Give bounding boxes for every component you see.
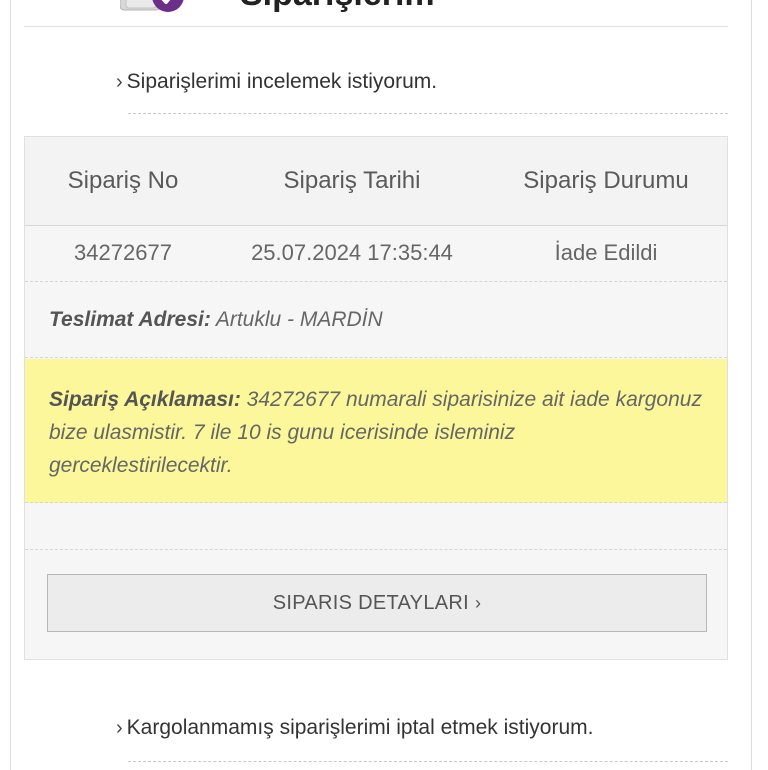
delivery-address-label: Teslimat Adresi: bbox=[49, 307, 211, 331]
delivery-address: Teslimat Adresi: Artuklu - MARDİN bbox=[25, 282, 727, 358]
spacer-row bbox=[25, 504, 727, 550]
chevron-right-icon: › bbox=[116, 70, 123, 93]
order-details-button[interactable]: SIPARIS DETAYLARI › bbox=[47, 574, 707, 632]
table-header-row: Sipariş No Sipariş Tarihi Sipariş Durumu bbox=[25, 137, 727, 226]
page-header: Siparişlerim bbox=[24, 0, 728, 27]
order-note-label: Sipariş Açıklaması: bbox=[49, 388, 241, 411]
column-header-order-status: Sipariş Durumu bbox=[523, 167, 689, 194]
order-details-label: SIPARIS DETAYLARI bbox=[272, 591, 469, 614]
order-number: 34272677 bbox=[74, 240, 172, 265]
review-orders-link[interactable]: › Siparişlerimi incelemek istiyorum. bbox=[116, 70, 437, 94]
divider bbox=[128, 113, 728, 114]
table-row: 34272677 25.07.2024 17:35:44 İade Edildi bbox=[25, 225, 727, 282]
page-title: Siparişlerim bbox=[240, 0, 435, 14]
chevron-right-icon: › bbox=[116, 716, 123, 739]
order-date: 25.07.2024 17:35:44 bbox=[251, 240, 453, 265]
order-panel: Sipariş No Sipariş Tarihi Sipariş Durumu… bbox=[24, 136, 728, 660]
divider bbox=[128, 761, 728, 762]
shopping-bag-check-icon bbox=[119, 0, 184, 24]
order-status: İade Edildi bbox=[554, 240, 658, 265]
cancel-unshipped-orders-link[interactable]: › Kargolanmamış siparişlerimi iptal etme… bbox=[116, 716, 593, 740]
column-header-order-date: Sipariş Tarihi bbox=[283, 167, 421, 194]
order-note: Sipariş Açıklaması: 34272677 numarali si… bbox=[25, 359, 727, 503]
review-orders-label: Siparişlerimi incelemek istiyorum. bbox=[126, 70, 438, 93]
delivery-address-value: Artuklu - MARDİN bbox=[215, 307, 383, 331]
chevron-right-icon: › bbox=[474, 592, 482, 613]
column-header-order-no: Sipariş No bbox=[67, 167, 179, 194]
cancel-unshipped-label: Kargolanmamış siparişlerimi iptal etmek … bbox=[126, 716, 594, 739]
